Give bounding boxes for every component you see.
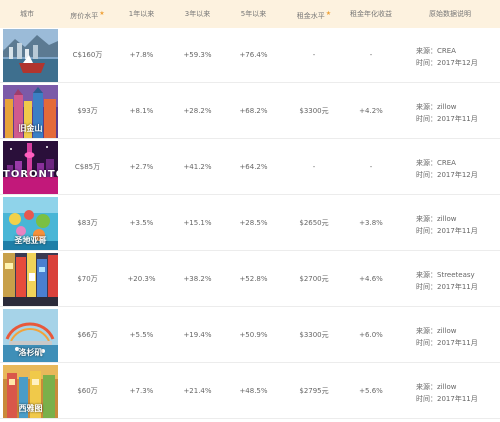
- source-label: 来源：CREA: [416, 47, 456, 55]
- change-1-year: +3.5%: [129, 219, 154, 227]
- city-caption: TORONTO: [3, 169, 58, 180]
- change-3-year: +15.1%: [183, 219, 212, 227]
- change-3-year: +59.3%: [183, 51, 212, 59]
- city-caption: 旧金山: [18, 124, 43, 133]
- source-label: 来源：CREA: [416, 159, 456, 167]
- rent-value: $3300元: [299, 107, 329, 115]
- change-1-year: +20.3%: [127, 275, 156, 283]
- change-1-year: +8.1%: [129, 107, 154, 115]
- change-5-year: +76.4%: [239, 51, 268, 59]
- table-row: 西雅图 $60万 +7.3% +21.4% +48.5% $2795元 +5.6…: [0, 364, 500, 419]
- city-thumbnail: TORONTO: [3, 141, 58, 194]
- header-rent: 租金水平★: [296, 10, 332, 20]
- change-3-year: +38.2%: [183, 275, 212, 283]
- price-value: $66万: [77, 331, 98, 339]
- header-1-year: 1年以来: [128, 10, 155, 18]
- table-row: 洛杉矶 $66万 +5.5% +19.4% +50.9% $3300元 +6.0…: [0, 308, 500, 363]
- table-row: 旧金山 $93万 +8.1% +28.2% +68.2% $3300元 +4.2…: [0, 84, 500, 139]
- price-value: $70万: [77, 275, 98, 283]
- change-1-year: +7.8%: [129, 51, 154, 59]
- change-1-year: +5.5%: [129, 331, 154, 339]
- rent-yield: +4.2%: [359, 107, 383, 115]
- city-caption: 圣地亚哥: [14, 236, 47, 245]
- price-value: C$85万: [74, 163, 101, 171]
- rent-yield: -: [369, 163, 373, 171]
- rent-value: -: [312, 51, 316, 59]
- rent-value: $2795元: [299, 387, 329, 395]
- price-value: $83万: [77, 219, 98, 227]
- time-label: 时间：2017年11月: [416, 115, 478, 123]
- city-thumbnail: 洛杉矶: [3, 309, 58, 362]
- header-city: 城市: [20, 10, 34, 18]
- header-price: 房价水平★: [70, 10, 105, 20]
- rent-yield: -: [369, 51, 373, 59]
- table-row: C$160万 +7.8% +59.3% +76.4% - - 来源：CREA 时…: [0, 28, 500, 83]
- change-5-year: +28.5%: [239, 219, 268, 227]
- star-icon: ★: [325, 10, 332, 17]
- header-5-year: 5年以来: [240, 10, 267, 18]
- change-1-year: +7.3%: [129, 387, 154, 395]
- header-source: 原始数据说明: [429, 10, 471, 18]
- time-label: 时间：2017年11月: [416, 339, 478, 347]
- source-note: 来源：Streeteasy 时间：2017年11月: [416, 269, 500, 293]
- header-rent-yield: 租金年化收益: [350, 10, 392, 18]
- city-thumbnail: 圣地亚哥: [3, 197, 58, 250]
- rent-value: -: [312, 163, 316, 171]
- change-5-year: +68.2%: [239, 107, 268, 115]
- city-thumbnail: 西雅图: [3, 365, 58, 418]
- time-label: 时间：2017年11月: [416, 227, 478, 235]
- source-note: 来源：zillow 时间：2017年11月: [416, 381, 500, 405]
- table-header: 城市 房价水平★ 1年以来 3年以来 5年以来 租金水平★ 租金年化收益 原始数…: [0, 0, 500, 28]
- change-5-year: +52.8%: [239, 275, 268, 283]
- source-note: 来源：CREA 时间：2017年12月: [416, 45, 500, 69]
- price-value: C$160万: [72, 51, 103, 59]
- change-3-year: +41.2%: [183, 163, 212, 171]
- table-row: 圣地亚哥 $83万 +3.5% +15.1% +28.5% $2650元 +3.…: [0, 196, 500, 251]
- time-label: 时间：2017年11月: [416, 283, 478, 291]
- rent-yield: +6.0%: [359, 331, 383, 339]
- change-3-year: +19.4%: [183, 331, 212, 339]
- time-label: 时间：2017年11月: [416, 395, 478, 403]
- source-note: 来源：zillow 时间：2017年11月: [416, 101, 500, 125]
- source-note: 来源：zillow 时间：2017年11月: [416, 213, 500, 237]
- rent-value: $3300元: [299, 331, 329, 339]
- source-note: 来源：CREA 时间：2017年12月: [416, 157, 500, 181]
- housing-price-table: 城市 房价水平★ 1年以来 3年以来 5年以来 租金水平★ 租金年化收益 原始数…: [0, 0, 500, 422]
- rent-yield: +4.6%: [359, 275, 383, 283]
- change-5-year: +50.9%: [239, 331, 268, 339]
- city-caption: 洛杉矶: [18, 348, 43, 357]
- change-3-year: +28.2%: [183, 107, 212, 115]
- source-label: 来源：zillow: [416, 327, 457, 335]
- city-thumbnail: 旧金山: [3, 85, 58, 138]
- table-row: TORONTO C$85万 +2.7% +41.2% +64.2% - - 来源…: [0, 140, 500, 195]
- source-label: 来源：Streeteasy: [416, 271, 475, 279]
- rent-yield: +5.6%: [359, 387, 383, 395]
- change-3-year: +21.4%: [183, 387, 212, 395]
- rent-yield: +3.8%: [359, 219, 383, 227]
- source-label: 来源：zillow: [416, 215, 457, 223]
- source-note: 来源：zillow 时间：2017年11月: [416, 325, 500, 349]
- time-label: 时间：2017年12月: [416, 59, 478, 67]
- city-thumbnail: [3, 253, 58, 306]
- header-3-year: 3年以来: [184, 10, 211, 18]
- change-5-year: +48.5%: [239, 387, 268, 395]
- star-icon: ★: [99, 10, 105, 17]
- price-value: $60万: [77, 387, 98, 395]
- price-value: $93万: [77, 107, 98, 115]
- rent-value: $2650元: [299, 219, 329, 227]
- change-5-year: +64.2%: [239, 163, 268, 171]
- table-row: $70万 +20.3% +38.2% +52.8% $2700元 +4.6% 来…: [0, 252, 500, 307]
- city-caption: 西雅图: [18, 404, 43, 413]
- city-thumbnail: [3, 29, 58, 82]
- source-label: 来源：zillow: [416, 383, 457, 391]
- rent-value: $2700元: [299, 275, 329, 283]
- change-1-year: +2.7%: [129, 163, 154, 171]
- source-label: 来源：zillow: [416, 103, 457, 111]
- time-label: 时间：2017年12月: [416, 171, 478, 179]
